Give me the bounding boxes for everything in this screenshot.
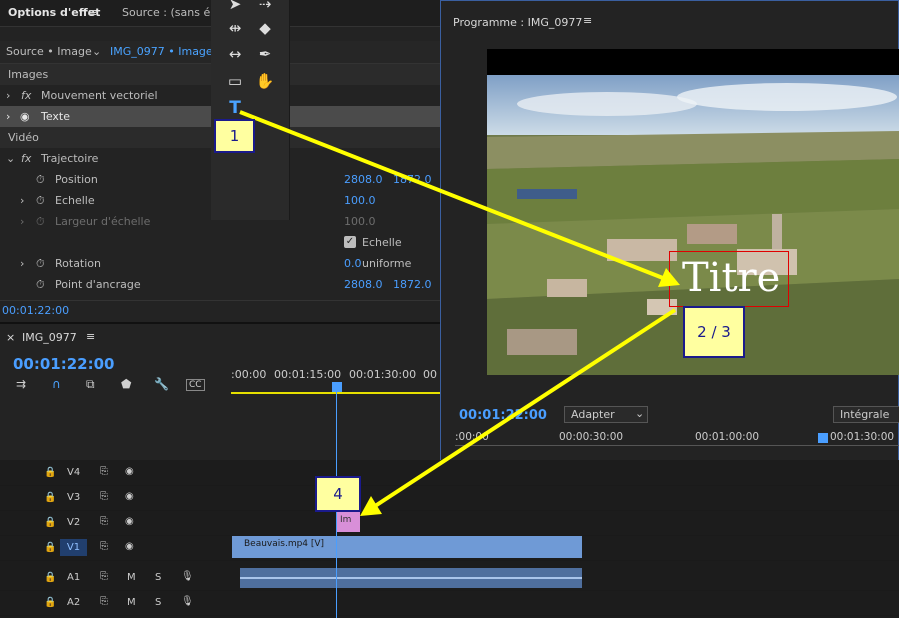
annotation-arrows (239, 110, 680, 516)
arrow-2 (370, 308, 677, 510)
callout-2-3: 2 / 3 (683, 306, 745, 358)
arrow-1 (239, 110, 669, 282)
callout-1: 1 (214, 119, 255, 153)
callout-4: 4 (315, 476, 361, 512)
